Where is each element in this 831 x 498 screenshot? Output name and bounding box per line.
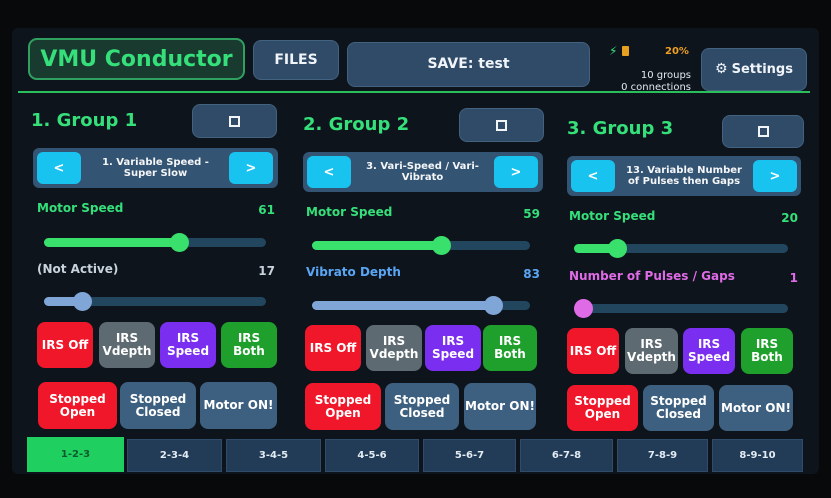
slider1-value: 59: [523, 207, 540, 221]
slider2-label: (Not Active): [37, 262, 119, 276]
settings-button[interactable]: ⚙ Settings: [701, 48, 807, 91]
preset-selector: < 13. Variable Number of Pulses then Gap…: [567, 156, 801, 196]
irs-off-button[interactable]: IRS Off: [37, 322, 93, 368]
group-title: 3. Group 3: [567, 118, 674, 139]
slider-handle[interactable]: [483, 296, 503, 315]
motor-speed-slider[interactable]: [44, 233, 266, 252]
tab-7-8-9[interactable]: 7-8-9: [617, 439, 708, 472]
gear-icon: ⚙: [715, 61, 728, 78]
motor-on-button[interactable]: Motor ON!: [200, 382, 277, 429]
settings-label: Settings: [731, 61, 793, 77]
tab-6-7-8[interactable]: 6-7-8: [520, 439, 613, 472]
slider-handle[interactable]: [431, 236, 451, 255]
battery-percent: 20%: [665, 46, 689, 57]
irs-both-button[interactable]: IRS Both: [741, 328, 793, 374]
motor-on-button[interactable]: Motor ON!: [719, 385, 793, 431]
chevron-left-icon[interactable]: <: [307, 156, 351, 188]
irs-vdepth-button[interactable]: IRS Vdepth: [99, 322, 155, 368]
slider-fill: [312, 301, 494, 310]
preset-selector: < 3. Vari-Speed / Vari-Vibrato >: [303, 152, 543, 192]
group-title: 2. Group 2: [303, 114, 410, 135]
bolt-icon: ⚡: [609, 44, 618, 58]
chevron-left-icon[interactable]: <: [571, 160, 615, 192]
group-toggle-button[interactable]: [459, 108, 544, 142]
slider1-value: 61: [258, 203, 275, 217]
irs-off-button[interactable]: IRS Off: [567, 328, 619, 374]
chevron-right-icon[interactable]: >: [494, 156, 538, 188]
stopped-open-button[interactable]: Stopped Open: [567, 385, 638, 431]
tab-8-9-10[interactable]: 8-9-10: [712, 439, 803, 472]
tab-5-6-7[interactable]: 5-6-7: [423, 439, 516, 472]
slider-handle[interactable]: [574, 299, 593, 318]
stopped-open-button[interactable]: Stopped Open: [305, 383, 381, 430]
tab-3-4-5[interactable]: 3-4-5: [226, 439, 321, 472]
irs-vdepth-button[interactable]: IRS Vdepth: [366, 325, 422, 371]
app-title: VMU Conductor: [28, 38, 245, 80]
slider1-label: Motor Speed: [569, 209, 656, 223]
slider1-label: Motor Speed: [37, 201, 124, 215]
tab-2-3-4[interactable]: 2-3-4: [127, 439, 222, 472]
irs-off-button[interactable]: IRS Off: [305, 325, 361, 371]
status-area: ⚡ 20% 10 groups 0 connections: [603, 44, 695, 94]
slider2-label: Vibrato Depth: [306, 265, 401, 279]
stopped-closed-button[interactable]: Stopped Closed: [643, 385, 714, 431]
preset-selector: < 1. Variable Speed - Super Slow >: [33, 148, 278, 188]
chevron-right-icon[interactable]: >: [229, 152, 273, 184]
preset-name: 3. Vari-Speed / Vari-Vibrato: [366, 160, 479, 184]
square-icon: [757, 126, 769, 137]
tab-1-2-3[interactable]: 1-2-3: [27, 437, 124, 472]
preset-name: 13. Variable Number of Pulses then Gaps: [626, 164, 742, 188]
stopped-open-button[interactable]: Stopped Open: [38, 382, 117, 429]
slider-fill: [312, 241, 442, 250]
chevron-left-icon[interactable]: <: [37, 152, 81, 184]
square-icon: [229, 115, 240, 127]
motor-speed-slider[interactable]: [312, 236, 530, 255]
motor-on-button[interactable]: Motor ON!: [464, 383, 536, 430]
irs-speed-button[interactable]: IRS Speed: [425, 325, 481, 371]
group-toggle-button[interactable]: [722, 115, 804, 148]
groups-count: 10 groups: [640, 70, 691, 81]
preset-name: 1. Variable Speed - Super Slow: [102, 156, 209, 180]
stopped-closed-button[interactable]: Stopped Closed: [120, 382, 196, 429]
irs-speed-button[interactable]: IRS Speed: [683, 328, 735, 374]
square-icon: [496, 119, 507, 131]
save-button[interactable]: SAVE: test: [347, 42, 590, 87]
slider-handle[interactable]: [72, 292, 92, 311]
stopped-closed-button[interactable]: Stopped Closed: [385, 383, 459, 430]
slider2-value: 83: [523, 267, 540, 281]
tab-4-5-6[interactable]: 4-5-6: [325, 439, 419, 472]
group-toggle-button[interactable]: [192, 104, 277, 138]
vibrato-depth-slider[interactable]: [312, 296, 530, 315]
pulses-gaps-slider[interactable]: [574, 299, 788, 318]
irs-both-button[interactable]: IRS Both: [483, 325, 537, 371]
slider-handle[interactable]: [607, 239, 627, 258]
files-button[interactable]: FILES: [253, 40, 339, 80]
chevron-right-icon[interactable]: >: [753, 160, 797, 192]
slider1-label: Motor Speed: [306, 205, 393, 219]
header-divider: [18, 91, 810, 93]
inactive-slider[interactable]: [44, 292, 266, 311]
slider2-value: 1: [789, 271, 798, 285]
slider2-label: Number of Pulses / Gaps: [569, 269, 735, 283]
irs-speed-button[interactable]: IRS Speed: [160, 322, 216, 368]
slider2-value: 17: [258, 264, 275, 278]
group-title: 1. Group 1: [31, 110, 138, 131]
battery-icon: [622, 46, 629, 56]
slider1-value: 20: [781, 211, 798, 225]
irs-vdepth-button[interactable]: IRS Vdepth: [625, 328, 678, 374]
slider-fill: [44, 238, 181, 247]
irs-both-button[interactable]: IRS Both: [221, 322, 277, 368]
motor-speed-slider[interactable]: [574, 239, 788, 258]
